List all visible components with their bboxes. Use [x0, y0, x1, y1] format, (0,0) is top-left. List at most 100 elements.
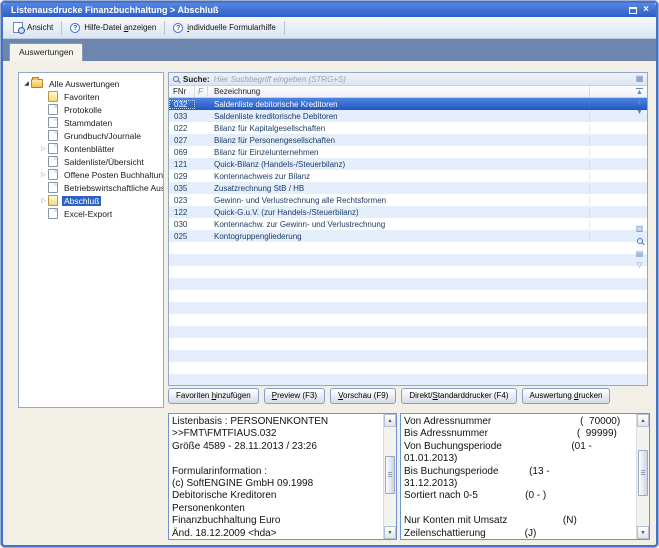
row-number-cell: 122 — [169, 208, 195, 217]
column-header-f[interactable]: F — [195, 86, 208, 97]
tree-item[interactable]: Saldenliste/Übersicht — [19, 155, 163, 168]
tree-item-label: Saldenliste/Übersicht — [62, 157, 146, 167]
table-row[interactable]: 029 Kontennachweis zur Bilanz — [169, 170, 647, 182]
table-row[interactable]: 022 Bilanz für Kapitalgesellschaften — [169, 122, 647, 134]
tree-item[interactable]: Stammdaten — [19, 116, 163, 129]
tree-item-label: Betriebswirtschaftliche Auswertungen — [62, 183, 164, 193]
row-name-cell: Gewinn- und Verlustrechnung alle Rechtsf… — [208, 196, 590, 205]
tree-item-icon — [48, 169, 58, 180]
scrollbar-thumb[interactable] — [385, 456, 395, 494]
toolbar-button[interactable]: Ansicht — [6, 19, 60, 37]
toolbar-button-icon — [173, 23, 183, 33]
tree-item[interactable]: Kontenblätter — [19, 142, 163, 155]
tree-root-label: Alle Auswertungen — [47, 79, 121, 89]
form-info-scrollbar[interactable]: ▲ ▼ — [383, 414, 396, 539]
tree-item-icon — [48, 182, 58, 193]
tree-item-label: Protokolle — [62, 105, 104, 115]
expander-icon[interactable] — [39, 198, 48, 204]
scrollbar-thumb[interactable] — [638, 450, 648, 496]
parameter-info-text: Von Adressnummer ( 70000)Bis Adressnumme… — [401, 414, 636, 539]
tree-item[interactable]: Protokolle — [19, 103, 163, 116]
table-row[interactable]: 069 Bilanz für Einzelunternehmen — [169, 146, 647, 158]
scroll-up-icon[interactable]: ▲ — [637, 414, 649, 427]
expander-icon[interactable] — [39, 146, 48, 152]
action-button[interactable]: Auswertung drucken — [522, 388, 611, 404]
table-row[interactable]: 030 Kontennachw. zur Gewinn- und Verlust… — [169, 218, 647, 230]
row-name-cell: Quick-G.u.V. (zur Handels-/Steuerbilanz) — [208, 208, 590, 217]
table-row[interactable]: 023 Gewinn- und Verlustrechnung alle Rec… — [169, 194, 647, 206]
table-row[interactable]: 121 Quick-Bilanz (Handels-/Steuerbilanz) — [169, 158, 647, 170]
action-button[interactable]: Favoriten hinzufügen — [168, 388, 259, 404]
info-line: Finanzbuchhaltung Euro — [172, 515, 380, 527]
toolbar-button[interactable]: individuelle Formularhilfe — [166, 19, 283, 37]
tree-item[interactable]: Betriebswirtschaftliche Auswertungen — [19, 181, 163, 194]
column-header-bezeichnung[interactable]: Bezeichnung — [208, 86, 590, 97]
tab-band: Auswertungen — [3, 39, 656, 61]
table-body: 032 Saldenliste debitorische Kreditoren … — [169, 98, 647, 385]
row-number-cell: 027 — [169, 136, 195, 145]
navigate-icon[interactable]: + — [634, 99, 645, 107]
row-name-cell: Kontogruppengliederung — [208, 232, 590, 241]
tree-item[interactable]: Favoriten — [19, 90, 163, 103]
action-button[interactable]: Direkt/Standarddrucker (F4) — [401, 388, 516, 404]
toolbar-button[interactable]: Hilfe-Datei anzeigen — [63, 19, 163, 37]
grid-settings-icon[interactable]: ▦ — [634, 75, 645, 83]
info-line: Formularinformation : — [172, 466, 380, 478]
toolbar-separator — [61, 21, 62, 35]
scroll-down-icon[interactable]: ▼ — [384, 526, 396, 539]
column-header-fnr[interactable]: FNr — [169, 86, 195, 97]
scroll-down-icon[interactable]: ▼ — [637, 526, 649, 539]
info-line: 31.12.2013) — [404, 478, 633, 490]
parameter-info-scrollbar[interactable]: ▲ ▼ — [636, 414, 649, 539]
scroll-to-top-icon[interactable]: ▲ — [634, 89, 645, 96]
toolbar-separator — [284, 21, 285, 35]
tree-item-icon — [48, 208, 58, 219]
find-icon[interactable] — [634, 238, 645, 246]
tab-auswertungen[interactable]: Auswertungen — [9, 43, 83, 61]
row-name-cell: Kontennachw. zur Gewinn- und Verlustrech… — [208, 220, 590, 229]
close-icon[interactable]: × — [643, 5, 649, 15]
tree-item-icon — [48, 156, 58, 167]
info-line: Sortiert nach 0-5 (0 - ) — [404, 490, 633, 502]
tree-item[interactable]: Offene Posten Buchhaltung — [19, 168, 163, 181]
tree-item-icon — [48, 91, 58, 102]
filter-icon[interactable]: ▽ — [634, 262, 645, 269]
tree-item-label: Stammdaten — [62, 118, 114, 128]
columns-icon[interactable]: ▥ — [634, 225, 645, 233]
expander-icon[interactable] — [22, 81, 31, 87]
tree-item[interactable]: Grundbuch/Journale — [19, 129, 163, 142]
row-number-cell: 022 — [169, 124, 195, 133]
table-row[interactable]: 027 Bilanz für Personengesellschaften — [169, 134, 647, 146]
row-number-cell: 121 — [169, 160, 195, 169]
scroll-down-icon[interactable]: ▼ — [634, 109, 645, 116]
row-number-cell: 035 — [169, 184, 195, 193]
expander-icon[interactable] — [39, 172, 48, 178]
row-number-cell: 033 — [169, 112, 195, 121]
layout-icon[interactable]: ▤ — [634, 250, 645, 258]
scroll-up-icon[interactable]: ▲ — [384, 414, 396, 427]
action-button[interactable]: Preview (F3) — [264, 388, 325, 404]
action-button[interactable]: Vorschau (F9) — [330, 388, 396, 404]
action-button-row: Favoriten hinzufügen Preview (F3) Vorsch… — [168, 388, 648, 404]
magnifier-icon — [637, 238, 643, 244]
row-number-cell: 029 — [169, 172, 195, 181]
info-line: Listenbasis : PERSONENKONTEN — [172, 416, 380, 428]
table-row[interactable]: 025 Kontogruppengliederung — [169, 230, 647, 242]
info-line — [172, 453, 380, 465]
tree-root-item[interactable]: Alle Auswertungen — [19, 77, 163, 90]
table-row[interactable]: 033 Saldenliste kreditorische Debitoren — [169, 110, 647, 122]
application-window: Listenausdrucke Finanzbuchhaltung > Absc… — [0, 0, 659, 548]
form-info-panel: Listenbasis : PERSONENKONTEN>>FMT\FMTFIA… — [168, 413, 397, 540]
info-line — [404, 503, 633, 515]
restore-icon[interactable] — [629, 7, 637, 14]
info-line: (c) SoftENGINE GmbH 09.1998 — [172, 478, 380, 490]
search-bar[interactable]: Suche: Hier Suchbegriff eingeben (STRG+S… — [169, 73, 647, 86]
row-number-cell: 032 — [169, 100, 195, 109]
table-row[interactable]: 032 Saldenliste debitorische Kreditoren — [169, 98, 647, 110]
title-bar: Listenausdrucke Finanzbuchhaltung > Absc… — [3, 3, 656, 17]
tree-item[interactable]: Excel-Export — [19, 207, 163, 220]
tree-item-icon — [48, 104, 58, 115]
table-row[interactable]: 122 Quick-G.u.V. (zur Handels-/Steuerbil… — [169, 206, 647, 218]
tree-item[interactable]: Abschluß — [19, 194, 163, 207]
table-row[interactable]: 035 Zusatzrechnung StB / HB — [169, 182, 647, 194]
